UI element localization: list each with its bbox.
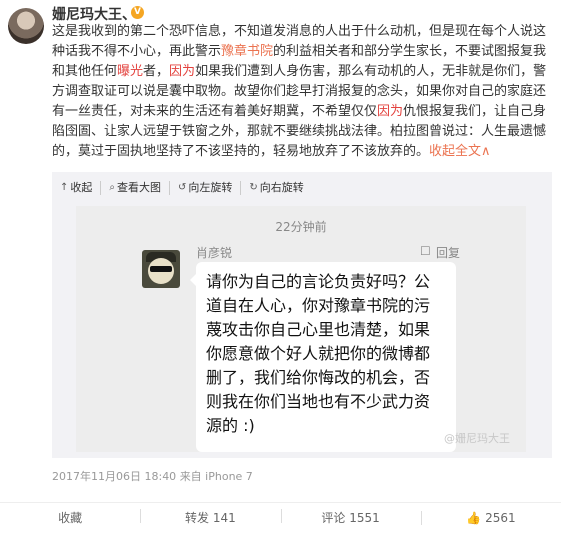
view-large-label: 查看大图 [117,181,161,194]
favorite-button[interactable]: 收藏 [0,509,140,526]
sender-avatar [142,250,180,288]
keyword-highlight: 曝光 [117,64,144,79]
rotate-right-button[interactable]: ↻ 向右旋转 [241,181,311,195]
comment-count: 1551 [349,511,380,525]
collapse-icon: ↑ [60,182,69,193]
author-avatar[interactable] [8,8,44,44]
message-line: 你愿意做个好人就把你的微博都 [206,344,431,363]
rotate-left-button[interactable]: ↺ 向左旋转 [170,181,242,195]
keyword-highlight: 因为 [169,64,196,79]
repost-count: 141 [212,511,236,525]
collapse-label: 收起 [70,181,93,194]
avatar-glasses [150,266,172,272]
magnifier-icon: ⌕ [109,182,115,193]
comment-label: 评论 [321,511,346,525]
message-line: 蔑攻击你自己心里也清楚，如果 [206,320,431,339]
rotate-right-icon: ↻ [249,182,258,193]
repost-label: 转发 [185,511,210,525]
image-viewer: ↑ 收起 ⌕ 查看大图 ↺ 向左旋转 ↻ 向右旋转 22分钟前 肖彦锐 ☐ 回复 请你为… [52,172,552,458]
collapse-text-link[interactable]: 收起全文∧ [429,144,491,159]
chevron-up-icon: ∧ [481,144,491,159]
message-bubble: 请你为自己的言论负责好吗？公 道自在人心，你对豫章书院的污 蔑攻击你自己心里也清… [190,262,456,452]
author-name[interactable]: 姗尼玛大王、 [52,4,136,24]
sender-name: 肖彦锐 [196,246,233,260]
collapse-image-button[interactable]: ↑ 收起 [52,181,102,195]
verified-badge-icon: V [131,6,144,19]
favorite-label: 收藏 [58,511,83,525]
reply-label: 回复 [436,246,461,260]
chat-screenshot[interactable]: 22分钟前 肖彦锐 ☐ 回复 请你为自己的言论负责好吗？公 道自在人心，你对豫章… [76,206,526,452]
message-line: 则我在你们当地也有不少武力资 [206,392,431,411]
topic-link[interactable]: 豫章书院 [221,44,273,59]
post-time[interactable]: 2017年11月06日 18:40 [52,470,176,483]
message-line: 删了，我们给你悔改的机会，否 [206,368,431,387]
post-meta: 2017年11月06日 18:40 来自 iPhone 7 [52,468,253,484]
message-time: 22分钟前 [275,220,327,234]
image-toolbar: ↑ 收起 ⌕ 查看大图 ↺ 向左旋转 ↻ 向右旋转 [52,176,312,200]
post-text-segment: 者， [143,64,170,79]
message-line: 道自在人心，你对豫章书院的污 [206,296,431,315]
message-line: 请你为自己的言论负责好吗？公 [206,272,431,291]
collapse-text-label: 收起全文 [429,144,482,159]
keyword-highlight: 因为 [377,104,404,119]
repost-button[interactable]: 转发 141 [140,509,280,526]
reply-icon: ☐ [420,244,431,258]
like-button[interactable]: 👍 2561 [420,510,561,525]
like-count: 2561 [485,510,516,525]
rotate-left-label: 向左旋转 [188,181,233,194]
action-bar: 收藏 转发 141 评论 1551 👍 2561 [0,502,561,532]
thumbs-up-icon: 👍 [466,510,482,525]
rotate-right-label: 向右旋转 [259,181,304,194]
watermark: @姗尼玛大王 [444,432,510,445]
rotate-left-icon: ↺ [178,182,187,193]
view-large-button[interactable]: ⌕ 查看大图 [101,181,170,195]
comment-button[interactable]: 评论 1551 [280,509,421,526]
post-body: 这是我收到的第二个恐吓信息，不知道发消息的人出于什么动机，但是现在每个人说这种话… [52,22,552,162]
post-source: 来自 iPhone 7 [179,470,253,483]
message-line: 源的 :) [206,416,255,435]
